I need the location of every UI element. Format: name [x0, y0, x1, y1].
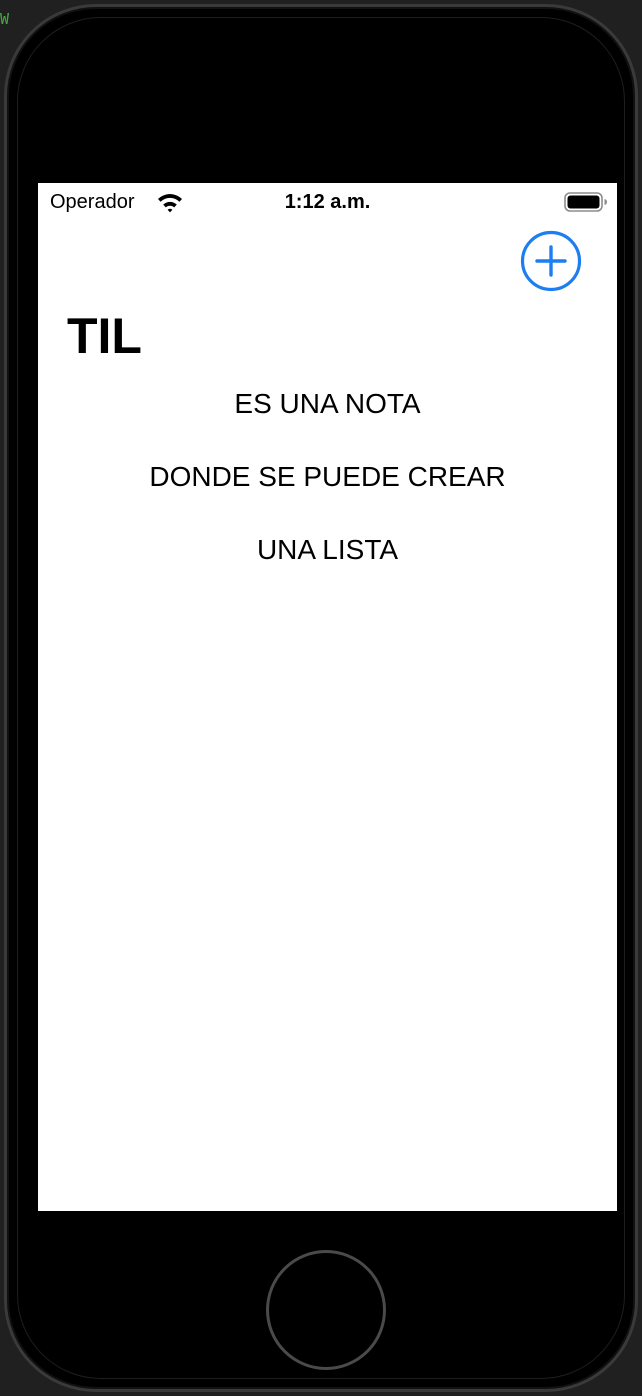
- page-title: TIL: [67, 308, 142, 364]
- note-item[interactable]: UNA LISTA: [38, 518, 617, 591]
- status-time: 1:12 a.m.: [284, 191, 371, 213]
- add-note-button[interactable]: [520, 230, 582, 292]
- battery-full-icon: [564, 192, 607, 212]
- home-button[interactable]: [266, 1250, 386, 1370]
- note-item[interactable]: DONDE SE PUEDE CREAR: [38, 445, 617, 518]
- plus-circle-icon: [520, 230, 582, 292]
- window-edge-glyph: W: [0, 10, 10, 28]
- status-bar: Operador 1:12 a.m.: [38, 183, 617, 221]
- note-list: ES UNA NOTA DONDE SE PUEDE CREAR UNA LIS…: [38, 372, 617, 591]
- app-screen: Operador 1:12 a.m. TIL ES UNA NOTA DONDE…: [38, 183, 617, 1211]
- note-item[interactable]: ES UNA NOTA: [38, 372, 617, 445]
